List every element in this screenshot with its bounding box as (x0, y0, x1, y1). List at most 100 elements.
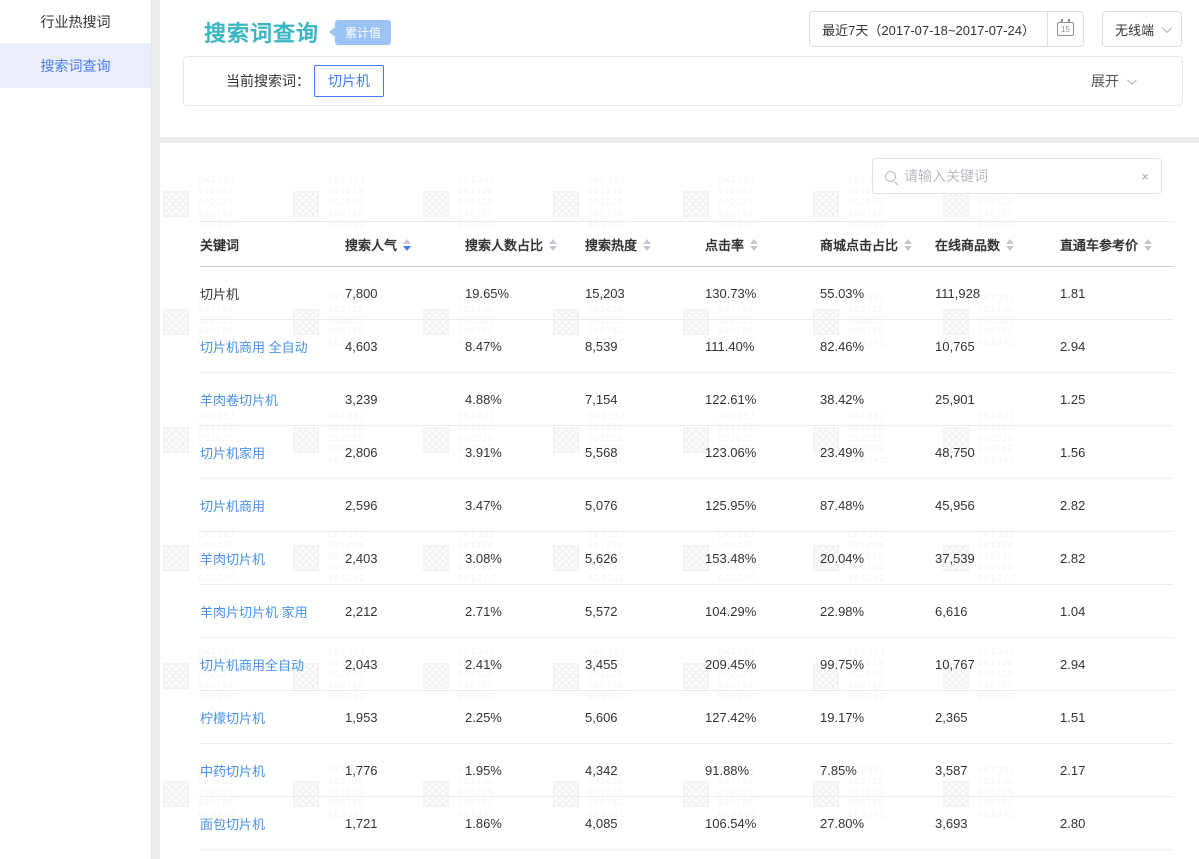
calendar-icon: 15 (1057, 22, 1074, 36)
cell-online-products: 10,765 (935, 320, 1060, 373)
cell-searcher-ratio: 1.86% (465, 797, 585, 850)
col-label: 商城点击占比 (820, 235, 898, 254)
cell-online-products: 25,901 (935, 373, 1060, 426)
expand-label: 展开 (1091, 71, 1119, 91)
table-row: 肥牛切片机 1,698 1.82% 3,714 112.32% 61.59% 1… (200, 850, 1174, 859)
cell-searcher-ratio: 3.91% (465, 426, 585, 479)
cell-searcher-ratio: 1.95% (465, 744, 585, 797)
sidebar-item-search-word-query[interactable]: 搜索词查询 (0, 44, 151, 88)
cell-ztc-reference-price: 2.94 (1060, 320, 1174, 373)
expand-toggle[interactable]: 展开 (1091, 71, 1134, 91)
header-section: 搜索词查询 累计值 最近7天（2017-07-18~2017-07-24） 15… (160, 0, 1199, 137)
col-click-rate[interactable]: 点击率 (705, 222, 820, 267)
cell-search-heat: 5,572 (585, 585, 705, 638)
keyword-cell[interactable]: 面包切片机 (200, 817, 265, 832)
results-table-wrap: 关键词 搜索人气 搜索人数占比 搜索热度 (200, 221, 1174, 859)
cell-searcher-ratio: 3.08% (465, 532, 585, 585)
cell-search-popularity: 2,403 (345, 532, 465, 585)
watermark-qr-icon: ▩ (160, 539, 192, 573)
cell-ztc-reference-price: 2.82 (1060, 479, 1174, 532)
cumulative-value-badge: 累计值 (335, 20, 391, 45)
sort-icon[interactable] (643, 239, 651, 251)
cell-click-rate: 153.48% (705, 532, 820, 585)
cell-mall-click-ratio: 22.98% (820, 585, 935, 638)
col-keyword: 关键词 (200, 222, 345, 267)
cell-search-popularity: 3,239 (345, 373, 465, 426)
col-label: 搜索人数占比 (465, 235, 543, 254)
cell-click-rate: 112.32% (705, 850, 820, 859)
table-row: 羊肉切片机 2,403 3.08% 5,626 153.48% 20.04% 3… (200, 532, 1174, 585)
calendar-button[interactable]: 15 (1047, 12, 1083, 46)
cell-ztc-reference-price: 1.19 (1060, 850, 1174, 859)
col-search-popularity[interactable]: 搜索人气 (345, 222, 465, 267)
cell-mall-click-ratio: 23.49% (820, 426, 935, 479)
cell-ztc-reference-price: 2.80 (1060, 797, 1174, 850)
current-search-word-chip[interactable]: 切片机 (314, 65, 384, 97)
cell-click-rate: 104.29% (705, 585, 820, 638)
cell-mall-click-ratio: 27.80% (820, 797, 935, 850)
keyword-cell[interactable]: 羊肉卷切片机 (200, 393, 278, 408)
device-selector-dropdown[interactable]: 无线端 (1102, 11, 1182, 47)
cell-click-rate: 209.45% (705, 638, 820, 691)
clear-icon[interactable]: × (1133, 169, 1149, 184)
cell-search-popularity: 7,800 (345, 267, 465, 320)
cell-ztc-reference-price: 1.25 (1060, 373, 1174, 426)
search-row: × (160, 143, 1199, 194)
cell-search-heat: 15,203 (585, 267, 705, 320)
keyword-cell[interactable]: 羊肉切片机 (200, 552, 265, 567)
keyword-cell[interactable]: 切片机商用 全自动 (200, 340, 308, 355)
table-row: 切片机家用 2,806 3.91% 5,568 123.06% 23.49% 4… (200, 426, 1174, 479)
keyword-cell[interactable]: 羊肉片切片机 家用 (200, 605, 308, 620)
sidebar-item-industry-hot-words[interactable]: 行业热搜词 (0, 0, 151, 44)
sort-icon[interactable] (904, 239, 912, 251)
date-range-button[interactable]: 最近7天（2017-07-18~2017-07-24） 15 (809, 11, 1084, 47)
cell-search-heat: 4,085 (585, 797, 705, 850)
cell-search-heat: 4,342 (585, 744, 705, 797)
keyword-cell[interactable]: 切片机商用全自动 (200, 658, 304, 673)
cell-online-products: 48,750 (935, 426, 1060, 479)
cell-online-products: 3,693 (935, 797, 1060, 850)
cell-searcher-ratio: 4.88% (465, 373, 585, 426)
col-mall-click-ratio[interactable]: 商城点击占比 (820, 222, 935, 267)
col-ztc-reference-price[interactable]: 直通车参考价 (1060, 222, 1174, 267)
cell-online-products: 6,616 (935, 585, 1060, 638)
cell-search-heat: 7,154 (585, 373, 705, 426)
current-search-word-panel: 当前搜索词： 切片机 展开 (183, 56, 1183, 106)
cell-search-heat: 3,455 (585, 638, 705, 691)
cell-search-heat: 5,076 (585, 479, 705, 532)
keyword-cell[interactable]: 切片机家用 (200, 446, 265, 461)
cell-search-popularity: 2,596 (345, 479, 465, 532)
top-controls: 最近7天（2017-07-18~2017-07-24） 15 无线端 (809, 11, 1182, 47)
col-searcher-ratio[interactable]: 搜索人数占比 (465, 222, 585, 267)
col-label: 搜索热度 (585, 235, 637, 254)
cell-search-popularity: 2,212 (345, 585, 465, 638)
sort-icon[interactable] (1144, 239, 1152, 251)
sort-icon[interactable] (403, 239, 411, 251)
current-search-word-label: 当前搜索词： (226, 71, 310, 91)
table-row: 切片机 7,800 19.65% 15,203 130.73% 55.03% 1… (200, 267, 1174, 320)
cell-ztc-reference-price: 1.04 (1060, 585, 1174, 638)
sort-icon[interactable] (1006, 239, 1014, 251)
cell-search-popularity: 1,776 (345, 744, 465, 797)
main-area: 搜索词查询 累计值 最近7天（2017-07-18~2017-07-24） 15… (160, 0, 1199, 859)
date-range-label: 最近7天（2017-07-18~2017-07-24） (810, 20, 1047, 39)
page-title: 搜索词查询 (204, 16, 319, 48)
keyword-cell[interactable]: 切片机商用 (200, 499, 265, 514)
sort-icon[interactable] (750, 239, 758, 251)
cell-search-popularity: 2,806 (345, 426, 465, 479)
cell-online-products: 37,539 (935, 532, 1060, 585)
cell-search-popularity: 1,721 (345, 797, 465, 850)
cell-ztc-reference-price: 2.17 (1060, 744, 1174, 797)
col-label: 点击率 (705, 235, 744, 254)
col-search-heat[interactable]: 搜索热度 (585, 222, 705, 267)
cell-search-popularity: 1,953 (345, 691, 465, 744)
chevron-down-icon (1127, 75, 1137, 85)
cell-ztc-reference-price: 1.51 (1060, 691, 1174, 744)
cell-mall-click-ratio: 38.42% (820, 373, 935, 426)
sort-icon[interactable] (549, 239, 557, 251)
keyword-cell[interactable]: 柠檬切片机 (200, 711, 265, 726)
col-online-products[interactable]: 在线商品数 (935, 222, 1060, 267)
keyword-search-input[interactable] (904, 168, 1133, 184)
cell-online-products: 45,956 (935, 479, 1060, 532)
keyword-cell[interactable]: 中药切片机 (200, 764, 265, 779)
